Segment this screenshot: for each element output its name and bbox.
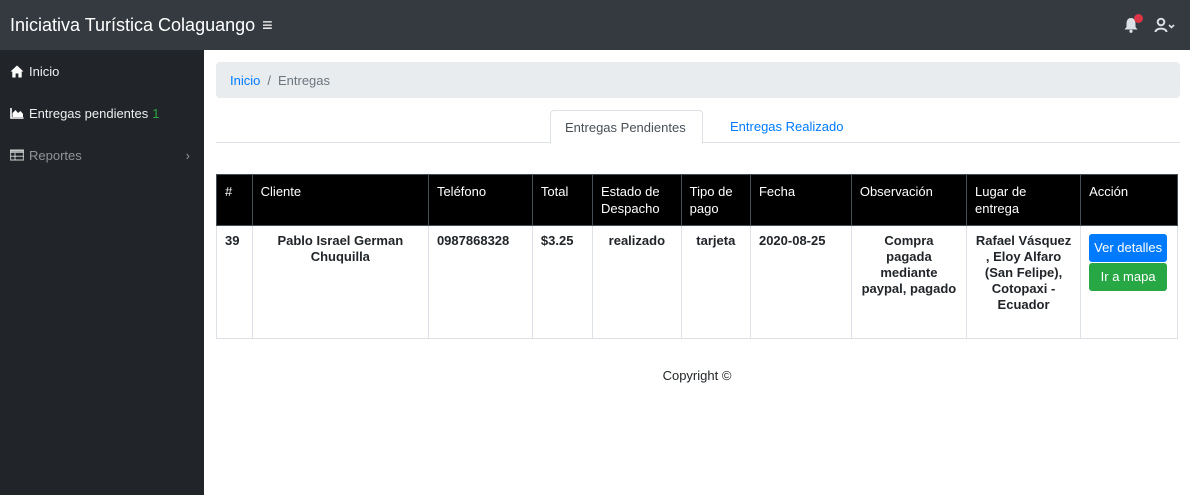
bell-icon[interactable] bbox=[1122, 14, 1143, 34]
pending-count-badge: 1 bbox=[152, 105, 160, 121]
page: Iniciativa Turística Colaguango ≡ Inicio… bbox=[0, 0, 1190, 495]
ir-a-mapa-button[interactable]: Ir a mapa bbox=[1089, 263, 1168, 291]
chevron-right-icon: › bbox=[185, 147, 190, 163]
cell-total: $3.25 bbox=[531, 225, 594, 339]
cell-fecha: 2020-08-25 bbox=[749, 225, 852, 339]
cell-telefono: 0987868328 bbox=[427, 225, 533, 339]
bars-icon[interactable]: ≡ bbox=[262, 15, 273, 36]
breadcrumb-current: Entregas bbox=[277, 72, 331, 88]
sidebar-item-label: Inicio bbox=[29, 63, 60, 79]
table-icon bbox=[10, 148, 25, 162]
cell-observacion: Compra pagada mediante paypal, pagado bbox=[850, 225, 968, 339]
cell-cliente: Pablo Israel German Chuquilla bbox=[251, 225, 429, 339]
main-content: Inicio / Entregas Entregas Pendientes En… bbox=[204, 50, 1190, 495]
sidebar-item-reportes[interactable]: Reportes › bbox=[0, 134, 204, 176]
tab-entregas-pendientes[interactable]: Entregas Pendientes bbox=[550, 110, 703, 144]
notification-badge bbox=[1134, 14, 1143, 23]
footer-copyright: Copyright © bbox=[662, 368, 732, 383]
breadcrumb-separator: / bbox=[267, 72, 271, 88]
breadcrumb: Inicio / Entregas bbox=[216, 62, 1180, 98]
tab-entregas-realizado[interactable]: Entregas Realizado bbox=[716, 110, 857, 143]
ver-detalles-button[interactable]: Ver detalles bbox=[1089, 234, 1168, 262]
col-header-fecha: Fecha bbox=[749, 174, 852, 226]
col-header-lugar: Lugar de entrega bbox=[965, 174, 1082, 226]
col-header-estado: Estado de Despacho bbox=[592, 174, 682, 226]
tabs: Entregas Pendientes Entregas Realizado bbox=[216, 110, 1180, 144]
topbar-actions bbox=[1122, 14, 1176, 34]
col-header-total: Total bbox=[531, 174, 594, 226]
breadcrumb-home-link[interactable]: Inicio bbox=[230, 73, 260, 88]
col-header-cliente: Cliente bbox=[251, 174, 429, 226]
top-navbar: Iniciativa Turística Colaguango ≡ bbox=[0, 0, 1190, 50]
sidebar-item-inicio[interactable]: Inicio bbox=[0, 50, 204, 92]
cell-estado: realizado bbox=[592, 225, 682, 339]
sidebar-item-label: Reportes bbox=[29, 147, 82, 163]
col-header-id: # bbox=[216, 174, 253, 226]
sidebar-item-entregas-pendientes[interactable]: Entregas pendientes 1 bbox=[0, 92, 204, 134]
col-header-telefono: Teléfono bbox=[427, 174, 533, 226]
sidebar-item-label: Entregas pendientes bbox=[29, 105, 149, 121]
cell-id: 39 bbox=[216, 225, 253, 339]
cell-accion: Ver detalles Ir a mapa bbox=[1080, 225, 1178, 339]
chart-area-icon bbox=[10, 106, 25, 120]
table-row: 39 Pablo Israel German Chuquilla 0987868… bbox=[216, 225, 1178, 339]
col-header-accion: Acción bbox=[1080, 174, 1178, 226]
deliveries-table: # Cliente Teléfono Total Estado de Despa… bbox=[216, 174, 1178, 339]
cell-lugar: Rafael Vásquez , Eloy Alfaro (San Felipe… bbox=[965, 225, 1082, 339]
table-header-row: # Cliente Teléfono Total Estado de Despa… bbox=[216, 174, 1178, 226]
app-title[interactable]: Iniciativa Turística Colaguango bbox=[10, 15, 255, 36]
cell-tipo-pago: tarjeta bbox=[680, 225, 751, 339]
user-icon[interactable] bbox=[1154, 17, 1176, 33]
col-header-tipo-pago: Tipo de pago bbox=[680, 174, 751, 226]
col-header-observacion: Observación bbox=[850, 174, 968, 226]
home-icon bbox=[10, 64, 25, 78]
sidebar: Inicio Entregas pendientes 1 Reportes › bbox=[0, 50, 204, 495]
